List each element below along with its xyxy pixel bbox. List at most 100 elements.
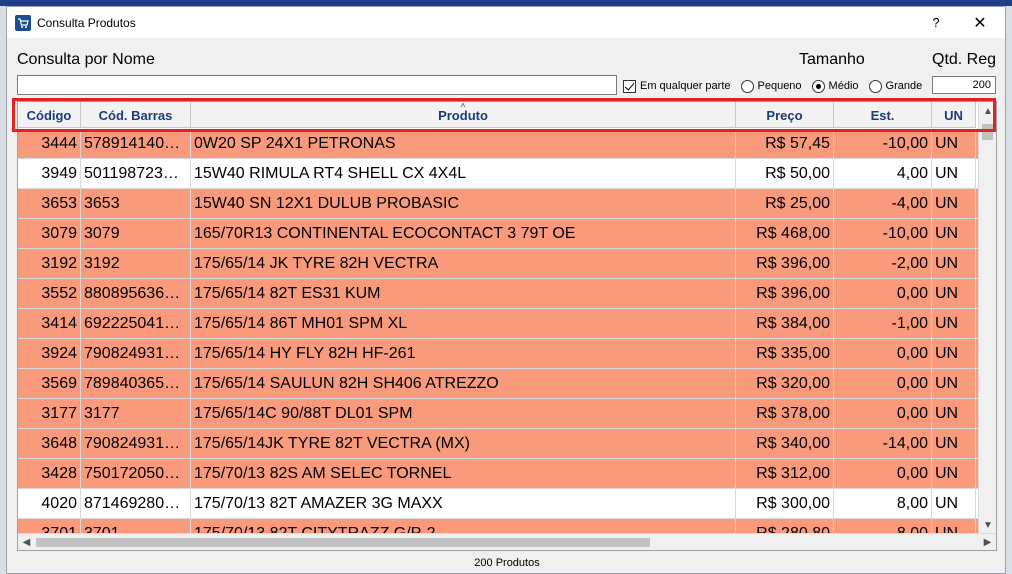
size-small-label[interactable]: Pequeno — [758, 80, 802, 92]
cell-produto: 15W40 RIMULA RT4 SHELL CX 4X4L — [191, 159, 736, 188]
table-row[interactable]: 3924 790824931… 175/65/14 HY FLY 82H HF-26… — [18, 339, 978, 369]
table-row[interactable]: 3653 3653 15W40 SN 12X1 DULUB PROBASIC R$ 2… — [18, 189, 978, 219]
cell-barras: 501198723… — [81, 159, 191, 188]
qty-input[interactable] — [932, 76, 996, 94]
cell-est: -1,00 — [834, 309, 932, 338]
cell-barras: 871469280… — [81, 489, 191, 518]
cell-preco: R$ 300,00 — [736, 489, 834, 518]
cell-produto: 175/65/14 HY FLY 82H HF-261 — [191, 339, 736, 368]
size-radio-large[interactable] — [868, 79, 882, 93]
vertical-scroll-thumb[interactable] — [982, 124, 993, 140]
cell-barras: 790824931… — [81, 429, 191, 458]
column-header-barras[interactable]: Cód. Barras — [81, 102, 191, 128]
column-header-produto[interactable]: Produto ^ — [191, 102, 736, 128]
cell-un: UN — [932, 429, 976, 458]
cell-codigo: 3648 — [18, 429, 81, 458]
cell-codigo: 3949 — [18, 159, 81, 188]
size-medium-label[interactable]: Médio — [829, 80, 859, 92]
scroll-right-icon[interactable]: ▶ — [979, 534, 996, 550]
cell-produto: 15W40 SN 12X1 DULUB PROBASIC — [191, 189, 736, 218]
column-header-un[interactable]: UN — [932, 102, 976, 128]
cell-est: 0,00 — [834, 369, 932, 398]
cell-preco: R$ 340,00 — [736, 429, 834, 458]
scroll-up-icon[interactable]: ▲ — [979, 102, 996, 120]
cell-produto: 175/65/14 JK TYRE 82H VECTRA — [191, 249, 736, 278]
table-row[interactable]: 3177 3177 175/65/14C 90/88T DL01 SPM R$ 378… — [18, 399, 978, 429]
cell-produto: 175/70/13 82T AMAZER 3G MAXX — [191, 489, 736, 518]
titlebar[interactable]: Consulta Produtos ? ✕ — [7, 7, 1005, 38]
cell-produto: 175/65/14 SAULUN 82H SH406 ATREZZO — [191, 369, 736, 398]
horizontal-scroll-thumb[interactable] — [36, 538, 650, 547]
search-input[interactable] — [17, 75, 617, 95]
cell-codigo: 3079 — [18, 219, 81, 248]
cell-codigo: 3192 — [18, 249, 81, 278]
search-name-label: Consulta por Nome — [17, 51, 155, 68]
cell-preco: R$ 50,00 — [736, 159, 834, 188]
cell-un: UN — [932, 399, 976, 428]
table-row[interactable]: 3569 789840365… 175/65/14 SAULUN 82H SH406… — [18, 369, 978, 399]
cell-codigo: 4020 — [18, 489, 81, 518]
cell-est: -2,00 — [834, 249, 932, 278]
cell-un: UN — [932, 309, 976, 338]
cell-un: UN — [932, 219, 976, 248]
cell-preco: R$ 396,00 — [736, 279, 834, 308]
table-row[interactable]: 4020 871469280… 175/70/13 82T AMAZER 3G MA… — [18, 489, 978, 519]
column-header-preco[interactable]: Preço — [736, 102, 834, 128]
anywhere-label[interactable]: Em qualquer parte — [640, 80, 731, 92]
grid-rows: 3444 578914140… 0W20 SP 24X1 PETRONAS R$ 5… — [18, 129, 978, 549]
column-header-label: UN — [944, 107, 963, 123]
cell-codigo: 3177 — [18, 399, 81, 428]
cell-codigo: 3569 — [18, 369, 81, 398]
cell-preco: R$ 378,00 — [736, 399, 834, 428]
table-row[interactable]: 3552 880895636… 175/65/14 82T ES31 KUM R$ 3… — [18, 279, 978, 309]
table-row[interactable]: 3428 750172050… 175/70/13 82S AM SELEC TOR… — [18, 459, 978, 489]
cell-barras: 3653 — [81, 189, 191, 218]
vertical-scrollbar[interactable]: ▲ ▼ — [978, 102, 996, 534]
cell-un: UN — [932, 189, 976, 218]
cell-preco: R$ 25,00 — [736, 189, 834, 218]
table-row[interactable]: 3949 501198723… 15W40 RIMULA RT4 SHELL CX … — [18, 159, 978, 189]
cell-preco: R$ 468,00 — [736, 219, 834, 248]
products-grid[interactable]: Código Cód. Barras Produto ^ Preço Est. UN 344… — [17, 101, 997, 551]
column-header-codigo[interactable]: Código — [18, 102, 81, 128]
column-header-est[interactable]: Est. — [834, 102, 932, 128]
grid-header: Código Cód. Barras Produto ^ Preço Est. UN — [18, 102, 976, 128]
anywhere-checkbox[interactable] — [623, 79, 636, 93]
cell-preco: R$ 312,00 — [736, 459, 834, 488]
table-row[interactable]: 3192 3192 175/65/14 JK TYRE 82H VECTRA R$ 3… — [18, 249, 978, 279]
cell-est: -10,00 — [834, 219, 932, 248]
cell-barras: 3177 — [81, 399, 191, 428]
cell-barras: 750172050… — [81, 459, 191, 488]
cell-produto: 0W20 SP 24X1 PETRONAS — [191, 129, 736, 158]
cell-un: UN — [932, 129, 976, 158]
qty-label: Qtd. Reg — [932, 51, 997, 68]
cell-barras: 3079 — [81, 219, 191, 248]
column-header-label: Est. — [870, 107, 895, 123]
size-large-label[interactable]: Grande — [886, 80, 923, 92]
size-radio-medium[interactable] — [811, 79, 825, 93]
cell-preco: R$ 57,45 — [736, 129, 834, 158]
close-button[interactable]: ✕ — [971, 13, 989, 33]
horizontal-scrollbar[interactable]: ◀ ▶ — [18, 533, 996, 550]
cell-un: UN — [932, 159, 976, 188]
table-row[interactable]: 3079 3079 165/70R13 CONTINENTAL ECOCONTACT… — [18, 219, 978, 249]
cell-est: 4,00 — [834, 159, 932, 188]
table-row[interactable]: 3648 790824931… 175/65/14JK TYRE 82T VECTR… — [18, 429, 978, 459]
cell-preco: R$ 320,00 — [736, 369, 834, 398]
cell-est: -4,00 — [834, 189, 932, 218]
scroll-left-icon[interactable]: ◀ — [18, 534, 35, 550]
background-app-right — [1006, 6, 1012, 574]
help-button[interactable]: ? — [929, 15, 943, 30]
cell-codigo: 3414 — [18, 309, 81, 338]
table-row[interactable]: 3444 578914140… 0W20 SP 24X1 PETRONAS R$ 5… — [18, 129, 978, 159]
search-options: Em qualquer parte Pequeno Médio Grande — [623, 78, 932, 94]
table-row[interactable]: 3414 692225041… 175/65/14 86T MH01 SPM XL R… — [18, 309, 978, 339]
size-radio-small[interactable] — [740, 79, 754, 93]
cell-un: UN — [932, 369, 976, 398]
cell-est: 0,00 — [834, 279, 932, 308]
sort-asc-icon: ^ — [460, 102, 466, 111]
cell-barras: 692225041… — [81, 309, 191, 338]
scroll-down-icon[interactable]: ▼ — [979, 516, 996, 534]
cell-preco: R$ 335,00 — [736, 339, 834, 368]
cell-est: -14,00 — [834, 429, 932, 458]
